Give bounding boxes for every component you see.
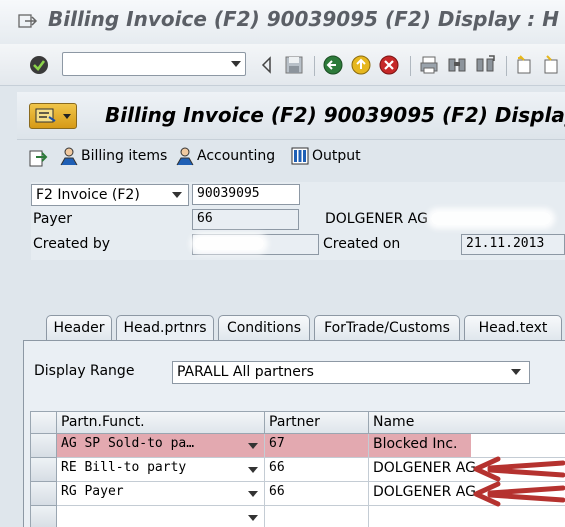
find-icon[interactable] bbox=[446, 54, 468, 76]
accounting-label: Accounting bbox=[197, 148, 276, 164]
first-page-icon[interactable] bbox=[514, 54, 536, 76]
chevron-down-icon[interactable] bbox=[248, 491, 258, 497]
payer-field: 66 bbox=[192, 209, 299, 230]
menu-button[interactable] bbox=[29, 103, 77, 129]
find-next-icon[interactable] bbox=[474, 54, 496, 76]
partner-function-cell[interactable]: RE Bill-to party bbox=[57, 458, 265, 482]
tab-strip: Header Head.prtnrs Conditions ForTrade/C… bbox=[31, 315, 565, 342]
document-type-select[interactable]: F2 Invoice (F2) bbox=[31, 184, 189, 206]
collapse-left-icon[interactable] bbox=[256, 54, 278, 76]
payer-label: Payer bbox=[33, 211, 73, 227]
created-by-label: Created by bbox=[33, 236, 111, 252]
redaction bbox=[431, 212, 551, 225]
exit-up-icon[interactable] bbox=[350, 54, 372, 76]
screen-title: Billing Invoice (F2) 90039095 (F2) Displ… bbox=[105, 103, 565, 127]
partner-cell[interactable]: 66 bbox=[265, 482, 369, 506]
tab-header[interactable]: Header bbox=[46, 315, 112, 341]
partner-cell[interactable]: 67 bbox=[265, 434, 369, 458]
created-on-label: Created on bbox=[323, 236, 401, 252]
tab-conditions[interactable]: Conditions bbox=[218, 315, 310, 341]
partner-function-value: RG Payer bbox=[61, 484, 124, 499]
print-icon[interactable] bbox=[418, 54, 440, 76]
command-field[interactable] bbox=[62, 52, 246, 76]
cancel-icon[interactable] bbox=[378, 54, 400, 76]
partner-cell[interactable]: 66 bbox=[265, 458, 369, 482]
enter-check-icon[interactable] bbox=[28, 54, 50, 76]
tab-head-partners[interactable]: Head.prtnrs bbox=[116, 315, 214, 342]
accounting-button[interactable]: Accounting bbox=[175, 144, 275, 168]
partner-function-value: RE Bill-to party bbox=[61, 460, 187, 475]
partner-cell[interactable] bbox=[265, 506, 369, 527]
output-label: Output bbox=[312, 148, 361, 164]
row-selector[interactable] bbox=[31, 434, 57, 458]
person-icon bbox=[176, 147, 194, 166]
command-input[interactable] bbox=[66, 55, 224, 73]
application-toolbar: Billing items Accounting Output bbox=[17, 140, 565, 172]
menu-icon bbox=[35, 108, 56, 123]
chevron-down-icon[interactable] bbox=[248, 443, 258, 449]
chevron-down-icon[interactable] bbox=[172, 192, 182, 198]
chevron-down-icon[interactable] bbox=[511, 369, 521, 375]
billing-items-label: Billing items bbox=[81, 148, 168, 164]
document-header: F2 Invoice (F2) 90039095 Payer 66 DOLGEN… bbox=[31, 182, 565, 260]
save-icon[interactable] bbox=[283, 54, 305, 76]
redaction bbox=[194, 237, 264, 250]
partner-function-cell[interactable]: AG SP Sold-to pa… bbox=[57, 434, 265, 458]
window-title: Billing Invoice (F2) 90039095 (F2) Displ… bbox=[48, 7, 559, 31]
document-type-value: F2 Invoice (F2) bbox=[36, 187, 140, 203]
tab-head-text[interactable]: Head.text bbox=[464, 315, 562, 341]
output-button[interactable]: Output bbox=[290, 144, 361, 168]
chevron-down-icon[interactable] bbox=[248, 515, 258, 521]
partner-function-cell[interactable]: RG Payer bbox=[57, 482, 265, 506]
created-on-field: 21.11.2013 bbox=[461, 234, 565, 255]
system-toolbar bbox=[0, 44, 565, 86]
billing-items-button[interactable]: Billing items bbox=[59, 144, 167, 168]
display-range-label: Display Range bbox=[34, 363, 135, 379]
exit-icon[interactable] bbox=[18, 12, 38, 30]
chevron-down-icon[interactable] bbox=[231, 61, 241, 67]
back-icon[interactable] bbox=[322, 54, 344, 76]
annotation-arrow-icon bbox=[473, 481, 565, 507]
chevron-down-icon bbox=[63, 114, 71, 119]
display-range-value: PARALL All partners bbox=[177, 364, 314, 380]
screen-title-bar: Billing Invoice (F2) 90039095 (F2) Displ… bbox=[17, 92, 565, 140]
row-selector[interactable] bbox=[31, 506, 57, 527]
row-selector[interactable] bbox=[31, 458, 57, 482]
row-selector-header[interactable] bbox=[31, 412, 57, 434]
chevron-down-icon[interactable] bbox=[248, 467, 258, 473]
person-icon bbox=[60, 147, 78, 166]
column-header-partner[interactable]: Partner bbox=[265, 412, 369, 434]
display-range-select[interactable]: PARALL All partners bbox=[172, 361, 530, 384]
column-header-name[interactable]: Name bbox=[369, 412, 565, 434]
window-title-bar: Billing Invoice (F2) 90039095 (F2) Displ… bbox=[0, 0, 565, 44]
row-selector[interactable] bbox=[31, 482, 57, 506]
output-icon bbox=[291, 147, 309, 165]
tab-foreign-trade-customs[interactable]: ForTrade/Customs bbox=[314, 315, 460, 341]
partner-function-value: AG SP Sold-to pa… bbox=[61, 436, 195, 451]
previous-page-icon[interactable] bbox=[541, 54, 563, 76]
display-document-icon[interactable] bbox=[28, 148, 48, 168]
payer-name: DOLGENER AG bbox=[325, 211, 428, 227]
document-number-field[interactable]: 90039095 bbox=[192, 184, 300, 205]
column-header-partner-function[interactable]: Partn.Funct. bbox=[57, 412, 265, 434]
partner-function-cell[interactable] bbox=[57, 506, 265, 527]
